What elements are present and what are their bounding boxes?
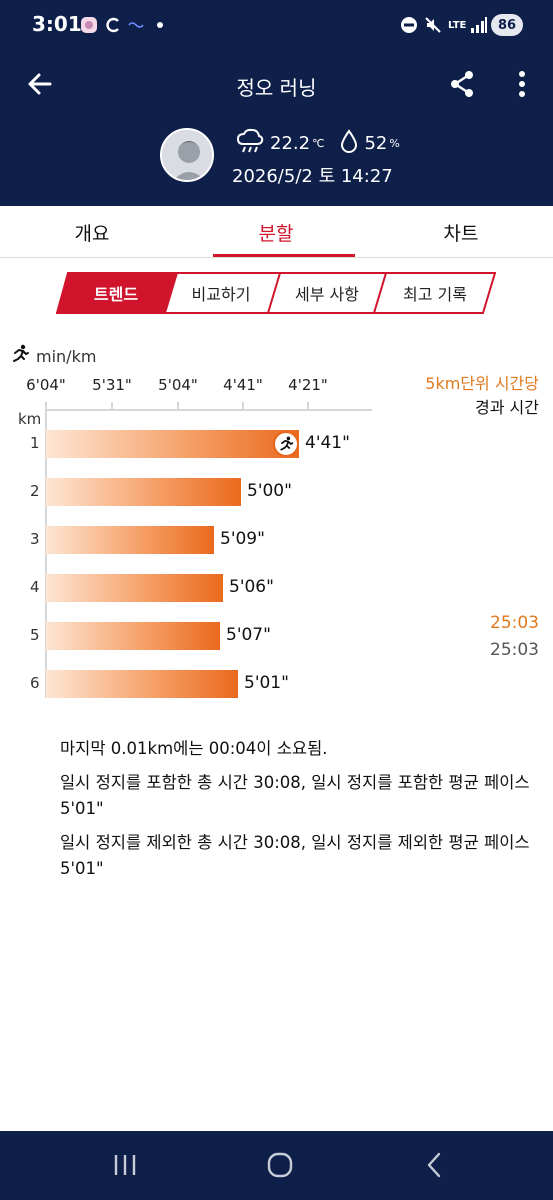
split-time-title-line1: 5km단위 시간당 [425,374,539,393]
tab-bar: 개요 분할 차트 [0,206,553,258]
segment-compare[interactable]: 비교하기 [168,272,274,314]
fastest-runner-icon [273,431,299,457]
split-pace-value: 4'41" [305,433,350,453]
split-km-label: 4 [30,578,40,596]
split-time-value: 25:03 [490,613,539,633]
axis-tick-label: 6'04" [26,376,66,394]
tab-chart[interactable]: 차트 [369,206,553,258]
temperature-value: 22.2 [270,132,311,154]
dot-icon [156,16,164,34]
note-total-without-pause: 일시 정지를 제외한 총 시간 30:08, 일시 정지를 제외한 평균 페이스… [60,833,530,878]
split-pace-bar[interactable] [46,430,299,458]
split-pace-bar[interactable] [46,622,220,650]
split-time-title: 5km단위 시간당 경과 시간 [425,372,539,420]
notification-icon [80,16,98,34]
split-km-label: 6 [30,674,40,692]
signal-icon [470,16,488,34]
recent-apps-icon[interactable] [105,1149,145,1181]
app-bar: 정오 러닝 [0,60,553,108]
home-icon[interactable] [260,1149,300,1181]
split-pace-value: 5'07" [226,625,271,645]
battery-indicator: 86 [491,14,523,36]
pace-unit-label: min/km [10,344,96,368]
axis-tick-label: 4'41" [223,376,263,394]
humidity-unit: % [389,136,400,150]
droplet-icon [340,128,358,158]
split-time-title-line2: 경과 시간 [475,398,539,417]
segment-trend[interactable]: 트렌드 [60,272,172,314]
row-axis-label: km [18,410,42,428]
back-icon[interactable] [415,1149,455,1181]
do-not-disturb-icon [400,16,418,34]
status-bar: 3:01 LTE 86 [0,0,553,52]
elapsed-time-value: 25:03 [490,640,539,660]
note-last-segment: 마지막 0.01km에는 00:04이 소요됨. [60,739,328,758]
avatar[interactable] [160,128,214,182]
segment-details[interactable]: 세부 사항 [274,272,380,314]
pace-unit-text: min/km [36,346,97,366]
mute-icon [424,16,442,34]
humidity-value: 52 [364,132,388,154]
split-km-label: 3 [30,530,40,548]
header: 3:01 LTE 86 정오 러닝 22.2 ℃ 52 % 2026/5/2 토… [0,0,553,206]
split-pace-value: 5'06" [229,577,274,597]
split-pace-bar[interactable] [46,574,223,602]
more-vertical-icon[interactable] [510,68,534,100]
share-icon[interactable] [448,68,476,100]
split-pace-value: 5'00" [247,481,292,501]
sync-icon [104,16,122,34]
split-km-label: 1 [30,434,40,452]
wave-icon [128,16,144,34]
status-time: 3:01 [32,12,82,36]
split-pace-value: 5'09" [220,529,265,549]
weather-info: 22.2 ℃ 52 % [236,128,400,158]
split-pace-bar[interactable] [46,526,214,554]
lte-label: LTE [448,19,467,31]
axis-tick-label: 5'31" [92,376,132,394]
segment-best-records[interactable]: 최고 기록 [380,272,490,314]
axis-tick-label: 4'21" [288,376,328,394]
runner-icon [10,344,36,368]
tab-indicator [213,254,355,257]
note-total-with-pause: 일시 정지를 포함한 총 시간 30:08, 일시 정지를 포함한 평균 페이스… [60,773,530,818]
split-pace-bar[interactable] [46,670,238,698]
split-km-label: 5 [30,626,40,644]
cloud-rain-icon [236,128,264,159]
activity-datetime: 2026/5/2 토 14:27 [232,166,393,187]
split-km-label: 2 [30,482,40,500]
tab-splits[interactable]: 분할 [184,206,368,258]
segmented-control: 트렌드 비교하기 세부 사항 최고 기록 [56,272,496,314]
split-notes: 마지막 0.01km에는 00:04이 소요됨. 일시 정지를 포함한 총 시간… [60,736,540,890]
tab-overview[interactable]: 개요 [0,206,184,258]
system-nav-bar [0,1131,553,1200]
split-pace-bar[interactable] [46,478,241,506]
axis-tick-label: 5'04" [158,376,198,394]
split-pace-value: 5'01" [244,673,289,693]
temperature-unit: ℃ [312,136,325,150]
